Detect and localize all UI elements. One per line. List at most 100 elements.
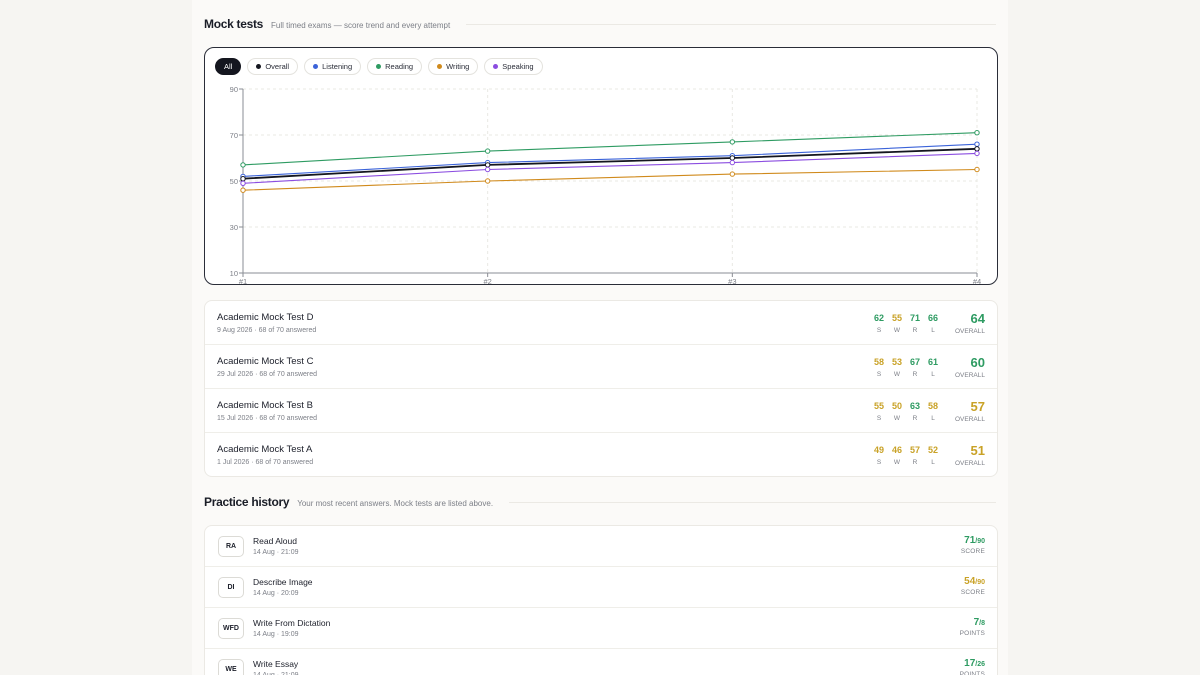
practice-score-value: 71/90 [961, 535, 985, 546]
data-point-speaking[interactable] [974, 150, 980, 157]
overall-score: 60 OVERALL [945, 355, 985, 379]
mock-test-name: Academic Mock Test C [217, 356, 314, 367]
data-point-writing[interactable] [484, 178, 491, 184]
practice-row[interactable]: WEWrite Essay14 Aug · 21:0917/26POINTS [205, 649, 997, 675]
data-point-speaking[interactable] [729, 159, 736, 166]
skill-score-value: 57 [909, 445, 920, 455]
mock-test-row[interactable]: Academic Mock Test B 15 Jul 2026 · 68 of … [205, 389, 997, 433]
practice-row[interactable]: WFD Write From Dictation 14 Aug · 19:09 7/8… [205, 608, 997, 649]
practice-row[interactable]: RA Read Aloud 14 Aug · 21:09 71/90 SCORE [205, 526, 997, 567]
practice-score-number: 54 [964, 576, 976, 587]
practice-task-meta: 14 Aug · 20:09 [253, 590, 299, 597]
mock-test-row[interactable]: Academic Mock Test D 9 Aug 2026 · 68 of 7… [205, 301, 997, 345]
skill-score-label: L [931, 415, 935, 422]
skill-score-w: 53 W [890, 357, 904, 378]
practice-task-name: Read Aloud [253, 536, 297, 546]
data-point-speaking[interactable] [240, 180, 246, 187]
skill-score-l: 61 L [926, 357, 940, 378]
skill-score-value: 55 [873, 401, 884, 411]
practice-task-meta: 14 Aug · 21:09 [253, 549, 299, 556]
filter-chip-label: Listening [322, 62, 353, 71]
data-point-reading[interactable] [240, 162, 246, 168]
skill-score-r: 57 R [908, 445, 922, 466]
mock-test-meta: 29 Jul 2026 · 68 of 70 answered [217, 371, 318, 378]
mock-test-name: Academic Mock Test B [217, 400, 313, 411]
practice-row[interactable]: DI Describe Image 14 Aug · 20:09 54/90 SCORE [205, 567, 997, 608]
skill-score-label: R [912, 415, 918, 422]
skill-score-value: 62 [873, 313, 884, 323]
skill-score-label: W [893, 327, 901, 334]
data-point-listening[interactable] [974, 141, 980, 147]
mock-test-meta: 1 Jul 2026 · 68 of 70 answered [217, 459, 314, 466]
skill-score-w: 50 W [890, 401, 904, 422]
overall-score: 57 OVERALL [945, 399, 985, 423]
data-point-reading[interactable] [974, 130, 980, 136]
section-divider [509, 501, 996, 503]
skill-score-label: S [876, 371, 882, 378]
practice-section-header: Practice history Your most recent answer… [204, 495, 996, 509]
practice-score-label: SCORE [960, 548, 985, 555]
practice-score-label: POINTS [959, 671, 985, 675]
skill-score-w: 55 W [890, 313, 904, 334]
skill-score-label: W [893, 459, 901, 466]
filter-chip-reading[interactable]: Reading [367, 58, 423, 75]
series-dot-icon [313, 64, 319, 69]
practice-score: 54/90 SCORE [961, 576, 985, 596]
practice-score-denominator: /8 [979, 620, 985, 627]
series-line-overall [242, 147, 978, 180]
data-point-reading[interactable] [484, 148, 491, 154]
filter-chip-label: Overall [265, 62, 290, 71]
series-dot-icon [376, 64, 382, 69]
y-tick-label: 90 [230, 85, 238, 94]
data-point-overall[interactable] [729, 155, 736, 161]
practice-score: 17/26 POINTS [960, 658, 985, 675]
x-tick-label: #2 [483, 277, 491, 284]
filter-chip-speaking[interactable]: Speaking [484, 58, 543, 75]
skill-score-s: 58 S [872, 357, 886, 378]
skill-score-label: L [931, 459, 935, 466]
overall-score-label: OVERALL [955, 460, 985, 467]
data-point-overall[interactable] [974, 146, 980, 152]
data-point-writing[interactable] [974, 166, 980, 173]
series-line-reading [242, 132, 978, 166]
data-point-writing[interactable] [729, 171, 736, 177]
practice-score-number: 71 [964, 535, 976, 546]
data-point-speaking[interactable] [484, 166, 491, 173]
skill-scores: 55 S 50 W 63 R 58 L [872, 401, 940, 422]
task-type-badge: WE [218, 659, 244, 675]
skill-score-r: 71 R [908, 313, 922, 334]
mock-trend-chart: #1 #2 #3 #4 90 70 50 30 10 [230, 85, 982, 284]
mock-test-row[interactable]: Academic Mock Test A 1 Jul 2026 · 68 of 7… [205, 433, 997, 476]
filter-chip-label: Reading [385, 62, 414, 71]
task-type-badge: WFD [218, 618, 244, 639]
page: Mock tests Full timed exams — score tren… [192, 0, 1008, 675]
overall-score-label: OVERALL [955, 372, 985, 379]
overall-score: 51 OVERALL [945, 443, 985, 467]
overall-score-label: OVERALL [955, 416, 985, 423]
skill-score-label: R [912, 371, 918, 378]
skill-score-label: L [931, 327, 935, 334]
skill-score-s: 55 S [872, 401, 886, 422]
skill-score-label: S [876, 327, 882, 334]
practice-score-value: 17/26 [960, 658, 985, 669]
filter-chip-listening[interactable]: Listening [304, 58, 362, 75]
filter-chip-writing[interactable]: Writing [428, 58, 479, 75]
overall-score-label: OVERALL [955, 328, 985, 335]
skill-score-value: 58 [927, 401, 938, 411]
skill-score-label: R [912, 459, 918, 466]
data-point-overall[interactable] [240, 176, 246, 182]
filter-chip-overall[interactable]: Overall [247, 58, 299, 75]
filter-chip-label: Speaking [502, 62, 534, 71]
practice-score: 71/90 SCORE [961, 535, 985, 555]
practice-score-label: SCORE [960, 589, 985, 596]
data-point-reading[interactable] [729, 139, 736, 145]
filter-chip-all[interactable]: All [215, 58, 242, 75]
filter-chip-label: Writing [446, 62, 470, 71]
practice-score: 7/8 POINTS [960, 617, 985, 637]
skill-score-value: 55 [891, 313, 902, 323]
data-point-overall[interactable] [484, 162, 491, 168]
skill-score-value: 66 [927, 313, 938, 323]
data-point-writing[interactable] [240, 187, 246, 193]
skill-score-label: L [931, 371, 935, 378]
mock-test-row[interactable]: Academic Mock Test C 29 Jul 2026 · 68 of … [205, 345, 997, 389]
